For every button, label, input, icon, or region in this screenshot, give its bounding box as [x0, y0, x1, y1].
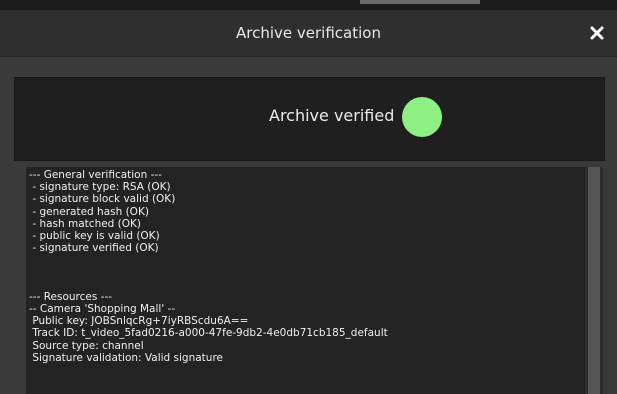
log-line: -- Camera 'Shopping Mall' -- — [29, 303, 176, 316]
log-line: - signature verified (OK) — [29, 242, 159, 255]
close-icon[interactable] — [587, 23, 607, 43]
dialog-title: Archive verification — [236, 24, 381, 42]
status-indicator — [402, 97, 442, 137]
status-text: Archive verified — [269, 106, 395, 125]
log-line: Public key: JOBSnlqcRg+7iyRBScdu6A== — [29, 315, 249, 328]
log-line: --- General verification --- — [29, 169, 162, 181]
archive-verification-dialog: Archive verification Archive verified --… — [0, 0, 617, 394]
log-line: - generated hash (OK) — [29, 205, 149, 218]
log-line: - signature block valid (OK) — [29, 193, 176, 206]
log-line: Track ID: t_video_5fad0216-a000-47fe-9db… — [29, 327, 388, 340]
log-line: Source type: channel — [29, 339, 144, 352]
top-strip — [0, 0, 617, 10]
log-lines: --- General verification --- - signature… — [29, 169, 574, 364]
verification-log[interactable]: --- General verification --- - signature… — [26, 167, 603, 394]
verification-status-panel: Archive verified — [14, 77, 605, 161]
log-line: Signature validation: Valid signature — [29, 351, 223, 364]
log-line: --- Resources --- — [29, 290, 113, 303]
log-spacer — [29, 254, 574, 291]
log-line: - hash matched (OK) — [29, 217, 142, 230]
title-bar: Archive verification — [0, 10, 617, 57]
scrollbar-thumb[interactable] — [588, 167, 600, 394]
log-scrollbar[interactable] — [585, 167, 603, 394]
top-strip-highlight — [360, 0, 480, 4]
log-line: - public key is valid (OK) — [29, 229, 160, 242]
log-line: - signature type: RSA (OK) — [29, 181, 171, 194]
close-button[interactable] — [587, 23, 607, 43]
